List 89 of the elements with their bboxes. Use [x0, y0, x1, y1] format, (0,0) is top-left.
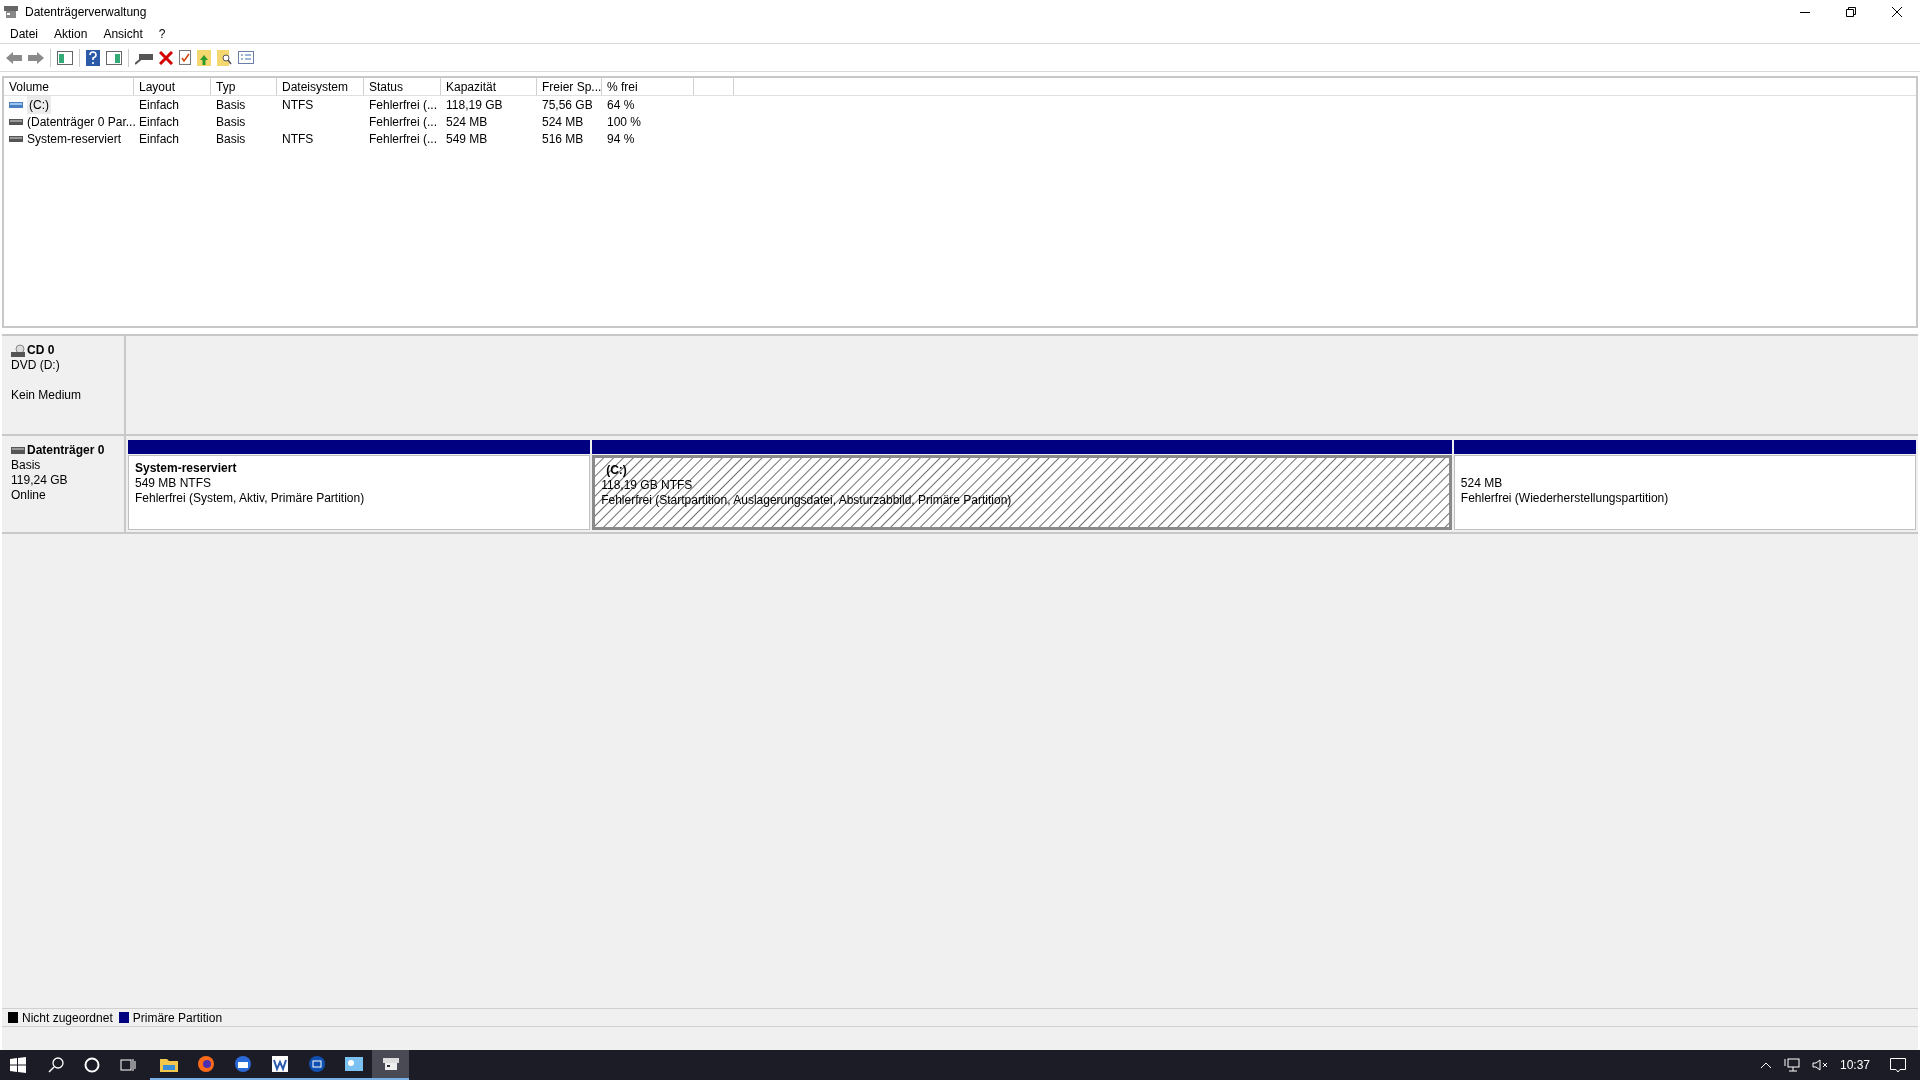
- restore-icon: [1846, 7, 1856, 17]
- forward-arrow-icon[interactable]: [28, 51, 44, 64]
- disk-status: Online: [11, 488, 47, 503]
- drive-icon: [9, 100, 23, 109]
- disk-name: CD 0: [27, 343, 55, 358]
- menu-item[interactable]: Datei: [2, 24, 46, 43]
- table-cell-text: 516 MB: [542, 130, 584, 148]
- table-cell-text: NTFS: [282, 130, 314, 148]
- folder-search-icon[interactable]: [217, 49, 232, 66]
- column-header[interactable]: Volume: [4, 78, 134, 95]
- word-document-icon[interactable]: [271, 1056, 288, 1072]
- drive-icon: [9, 117, 23, 126]
- disk-management-icon: [3, 5, 19, 19]
- speaker-muted-icon[interactable]: [1811, 1059, 1828, 1071]
- table-cell-text: NTFS: [282, 96, 314, 114]
- table-cell-text: 524 MB: [542, 113, 584, 131]
- table-cell-text: System-reserviert: [27, 130, 121, 148]
- table-cell-text: Einfach: [139, 130, 180, 148]
- menu-item[interactable]: Ansicht: [95, 24, 151, 43]
- table-cell-text: Einfach: [139, 113, 180, 131]
- column-header[interactable]: Layout: [134, 78, 211, 95]
- back-arrow-icon[interactable]: [6, 51, 22, 64]
- app-circle-icon[interactable]: [308, 1056, 325, 1072]
- close-icon: [1892, 7, 1902, 17]
- minimize-icon: [1800, 11, 1810, 13]
- partition-title: System-reserviert: [135, 461, 238, 476]
- drive-icon: [9, 134, 23, 143]
- table-cell-text: Basis: [216, 130, 246, 148]
- column-header[interactable]: % frei: [602, 78, 694, 95]
- disk-info: Basis: [11, 458, 42, 473]
- window-title: Datenträgerverwaltung: [25, 4, 147, 21]
- disk-label-panel[interactable]: Datenträger 0 Basis 119,24 GB Online: [2, 436, 126, 532]
- checklist-icon[interactable]: [179, 50, 191, 65]
- column-header[interactable]: Freier Sp...: [537, 78, 602, 95]
- delete-icon[interactable]: [159, 50, 173, 65]
- folder-up-icon[interactable]: [197, 49, 211, 66]
- column-header[interactable]: Kapazität: [441, 78, 537, 95]
- cd-drive-icon: [11, 344, 25, 357]
- menu-item[interactable]: Aktion: [46, 24, 96, 43]
- table-cell-text: Fehlerfrei (...: [369, 130, 437, 148]
- table-cell-text: Basis: [216, 96, 246, 114]
- browser-icon[interactable]: [197, 1056, 214, 1072]
- disk-drive-icon: [11, 447, 25, 454]
- partition-title: (C:): [605, 463, 628, 478]
- column-header[interactable]: Typ: [211, 78, 277, 95]
- table-cell-text: 64 %: [607, 96, 635, 114]
- partition-block[interactable]: System-reserviert 549 MB NTFS Fehlerfrei (System, Aktiv, Primäre Partition): [128, 455, 591, 530]
- table-cell-text: 524 MB: [446, 113, 488, 131]
- circle-icon[interactable]: [84, 1057, 100, 1073]
- table-cell-text: Basis: [216, 113, 246, 131]
- menu-item[interactable]: ?: [150, 24, 174, 43]
- table-cell-text: 549 MB: [446, 130, 488, 148]
- table-cell-text: Einfach: [139, 96, 180, 114]
- mail-icon[interactable]: [234, 1056, 251, 1072]
- partition-status: Fehlerfrei (System, Aktiv, Primäre Partition): [135, 491, 366, 506]
- chevron-up-icon[interactable]: [1759, 1061, 1772, 1069]
- disk-status: Kein Medium: [11, 388, 83, 403]
- legend-label: Nicht zugeordnet: [22, 1009, 113, 1027]
- table-cell-text: 94 %: [607, 130, 635, 148]
- column-header[interactable]: Dateisystem: [277, 78, 364, 95]
- network-icon[interactable]: [1783, 1058, 1800, 1072]
- windows-start-icon[interactable]: [10, 1057, 26, 1073]
- clock[interactable]: 10:37: [1839, 1056, 1870, 1074]
- disk-info: DVD (D:): [11, 358, 61, 373]
- panel-icon[interactable]: [106, 50, 122, 65]
- search-icon[interactable]: [48, 1057, 64, 1073]
- notification-icon[interactable]: [1890, 1057, 1906, 1073]
- table-cell-text: 75,56 GB: [542, 96, 593, 114]
- table-cell-text: 118,19 GB: [446, 96, 503, 114]
- partition-block[interactable]: 524 MB Fehlerfrei (Wiederherstellungspartition): [1453, 455, 1916, 530]
- partition-size: 524 MB: [1460, 476, 1504, 491]
- disk-label-panel[interactable]: CD 0 DVD (D:) Kein Medium: [2, 336, 126, 434]
- disk-info: 119,24 GB: [11, 473, 69, 488]
- properties-icon[interactable]: [238, 51, 254, 64]
- table-cell-text: 100 %: [607, 113, 642, 131]
- panel-icon[interactable]: [57, 50, 73, 65]
- table-cell-text: Fehlerfrei (...: [369, 113, 437, 131]
- folder-icon[interactable]: [159, 1056, 178, 1072]
- help-icon[interactable]: [86, 49, 100, 66]
- table-cell-text: (Datenträger 0 Par...: [27, 113, 136, 131]
- disk-management-icon[interactable]: [381, 1057, 400, 1071]
- disk-name: Datenträger 0: [27, 443, 105, 458]
- task-view-icon[interactable]: [120, 1057, 136, 1073]
- partition-status: Fehlerfrei (Wiederherstellungspartition): [1460, 491, 1670, 506]
- legend-label: Primäre Partition: [132, 1009, 223, 1027]
- partition-size: 549 MB NTFS: [135, 476, 213, 491]
- table-cell-text: Fehlerfrei (...: [369, 96, 437, 114]
- monitor-app-icon[interactable]: [344, 1057, 363, 1071]
- column-header[interactable]: Status: [364, 78, 441, 95]
